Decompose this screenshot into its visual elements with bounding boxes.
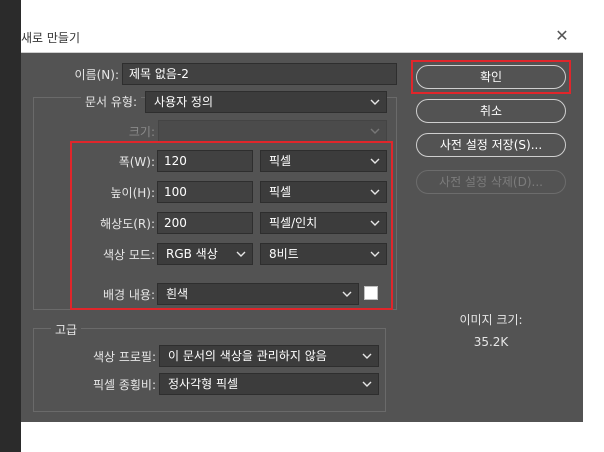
save-preset-button[interactable]: 사전 설정 저장(S)... <box>416 133 566 157</box>
size-select <box>158 120 387 142</box>
chevron-down-icon <box>361 350 373 362</box>
advanced-group <box>33 328 386 412</box>
chevron-down-icon <box>369 96 381 108</box>
close-icon[interactable]: ✕ <box>551 25 573 47</box>
advanced-label: 고급 <box>51 321 82 338</box>
chevron-down-icon <box>369 217 381 229</box>
name-label: 이름(N): <box>74 68 119 82</box>
document-type-label: 문서 유형: <box>51 93 141 110</box>
image-size-value: 35.2K <box>473 335 509 349</box>
background-color-swatch[interactable] <box>364 286 378 300</box>
pixel-aspect-select[interactable]: 정사각형 픽셀 <box>159 373 379 395</box>
title-bar: 새로 만들기 ✕ <box>21 22 583 53</box>
bit-depth-select[interactable]: 8비트 <box>260 243 387 265</box>
chevron-down-icon <box>369 248 381 260</box>
size-label: 크기: <box>128 125 155 139</box>
pixel-aspect-label: 픽셀 종횡비: <box>92 378 156 392</box>
chevron-down-icon <box>361 378 373 390</box>
resolution-input[interactable]: 200 <box>157 212 253 234</box>
color-mode-select[interactable]: RGB 색상 <box>157 243 253 265</box>
height-unit-select[interactable]: 픽셀 <box>260 181 387 203</box>
background-contents-select[interactable]: 흰색 <box>157 283 359 305</box>
document-type-select[interactable]: 사용자 정의 <box>145 91 387 113</box>
new-document-dialog: 새로 만들기 ✕ 이름(N): 제목 없음-2 문서 유형: 사용자 정의 크기… <box>21 22 583 422</box>
width-label: 폭(W): <box>118 155 155 169</box>
image-size-label: 이미지 크기: <box>459 313 523 327</box>
ok-button[interactable]: 확인 <box>416 65 566 89</box>
chevron-down-icon <box>369 186 381 198</box>
cancel-button[interactable]: 취소 <box>416 99 566 123</box>
height-label: 높이(H): <box>110 186 155 200</box>
delete-preset-button: 사전 설정 삭제(D)... <box>416 170 566 194</box>
chevron-down-icon <box>341 288 353 300</box>
chevron-down-icon <box>369 125 381 137</box>
name-input[interactable]: 제목 없음-2 <box>122 63 397 85</box>
height-input[interactable]: 100 <box>157 181 253 203</box>
background-app-strip <box>0 0 21 452</box>
width-unit-select[interactable]: 픽셀 <box>260 150 387 172</box>
resolution-unit-select[interactable]: 픽셀/인치 <box>260 212 387 234</box>
chevron-down-icon <box>235 248 247 260</box>
dialog-title: 새로 만들기 <box>21 31 81 45</box>
color-profile-select[interactable]: 이 문서의 색상을 관리하지 않음 <box>159 345 379 367</box>
color-profile-label: 색상 프로필: <box>92 350 156 364</box>
background-contents-label: 배경 내용: <box>102 288 155 302</box>
resolution-label: 해상도(R): <box>100 217 155 231</box>
color-mode-label: 색상 모드: <box>102 248 155 262</box>
width-input[interactable]: 120 <box>157 150 253 172</box>
chevron-down-icon <box>369 155 381 167</box>
